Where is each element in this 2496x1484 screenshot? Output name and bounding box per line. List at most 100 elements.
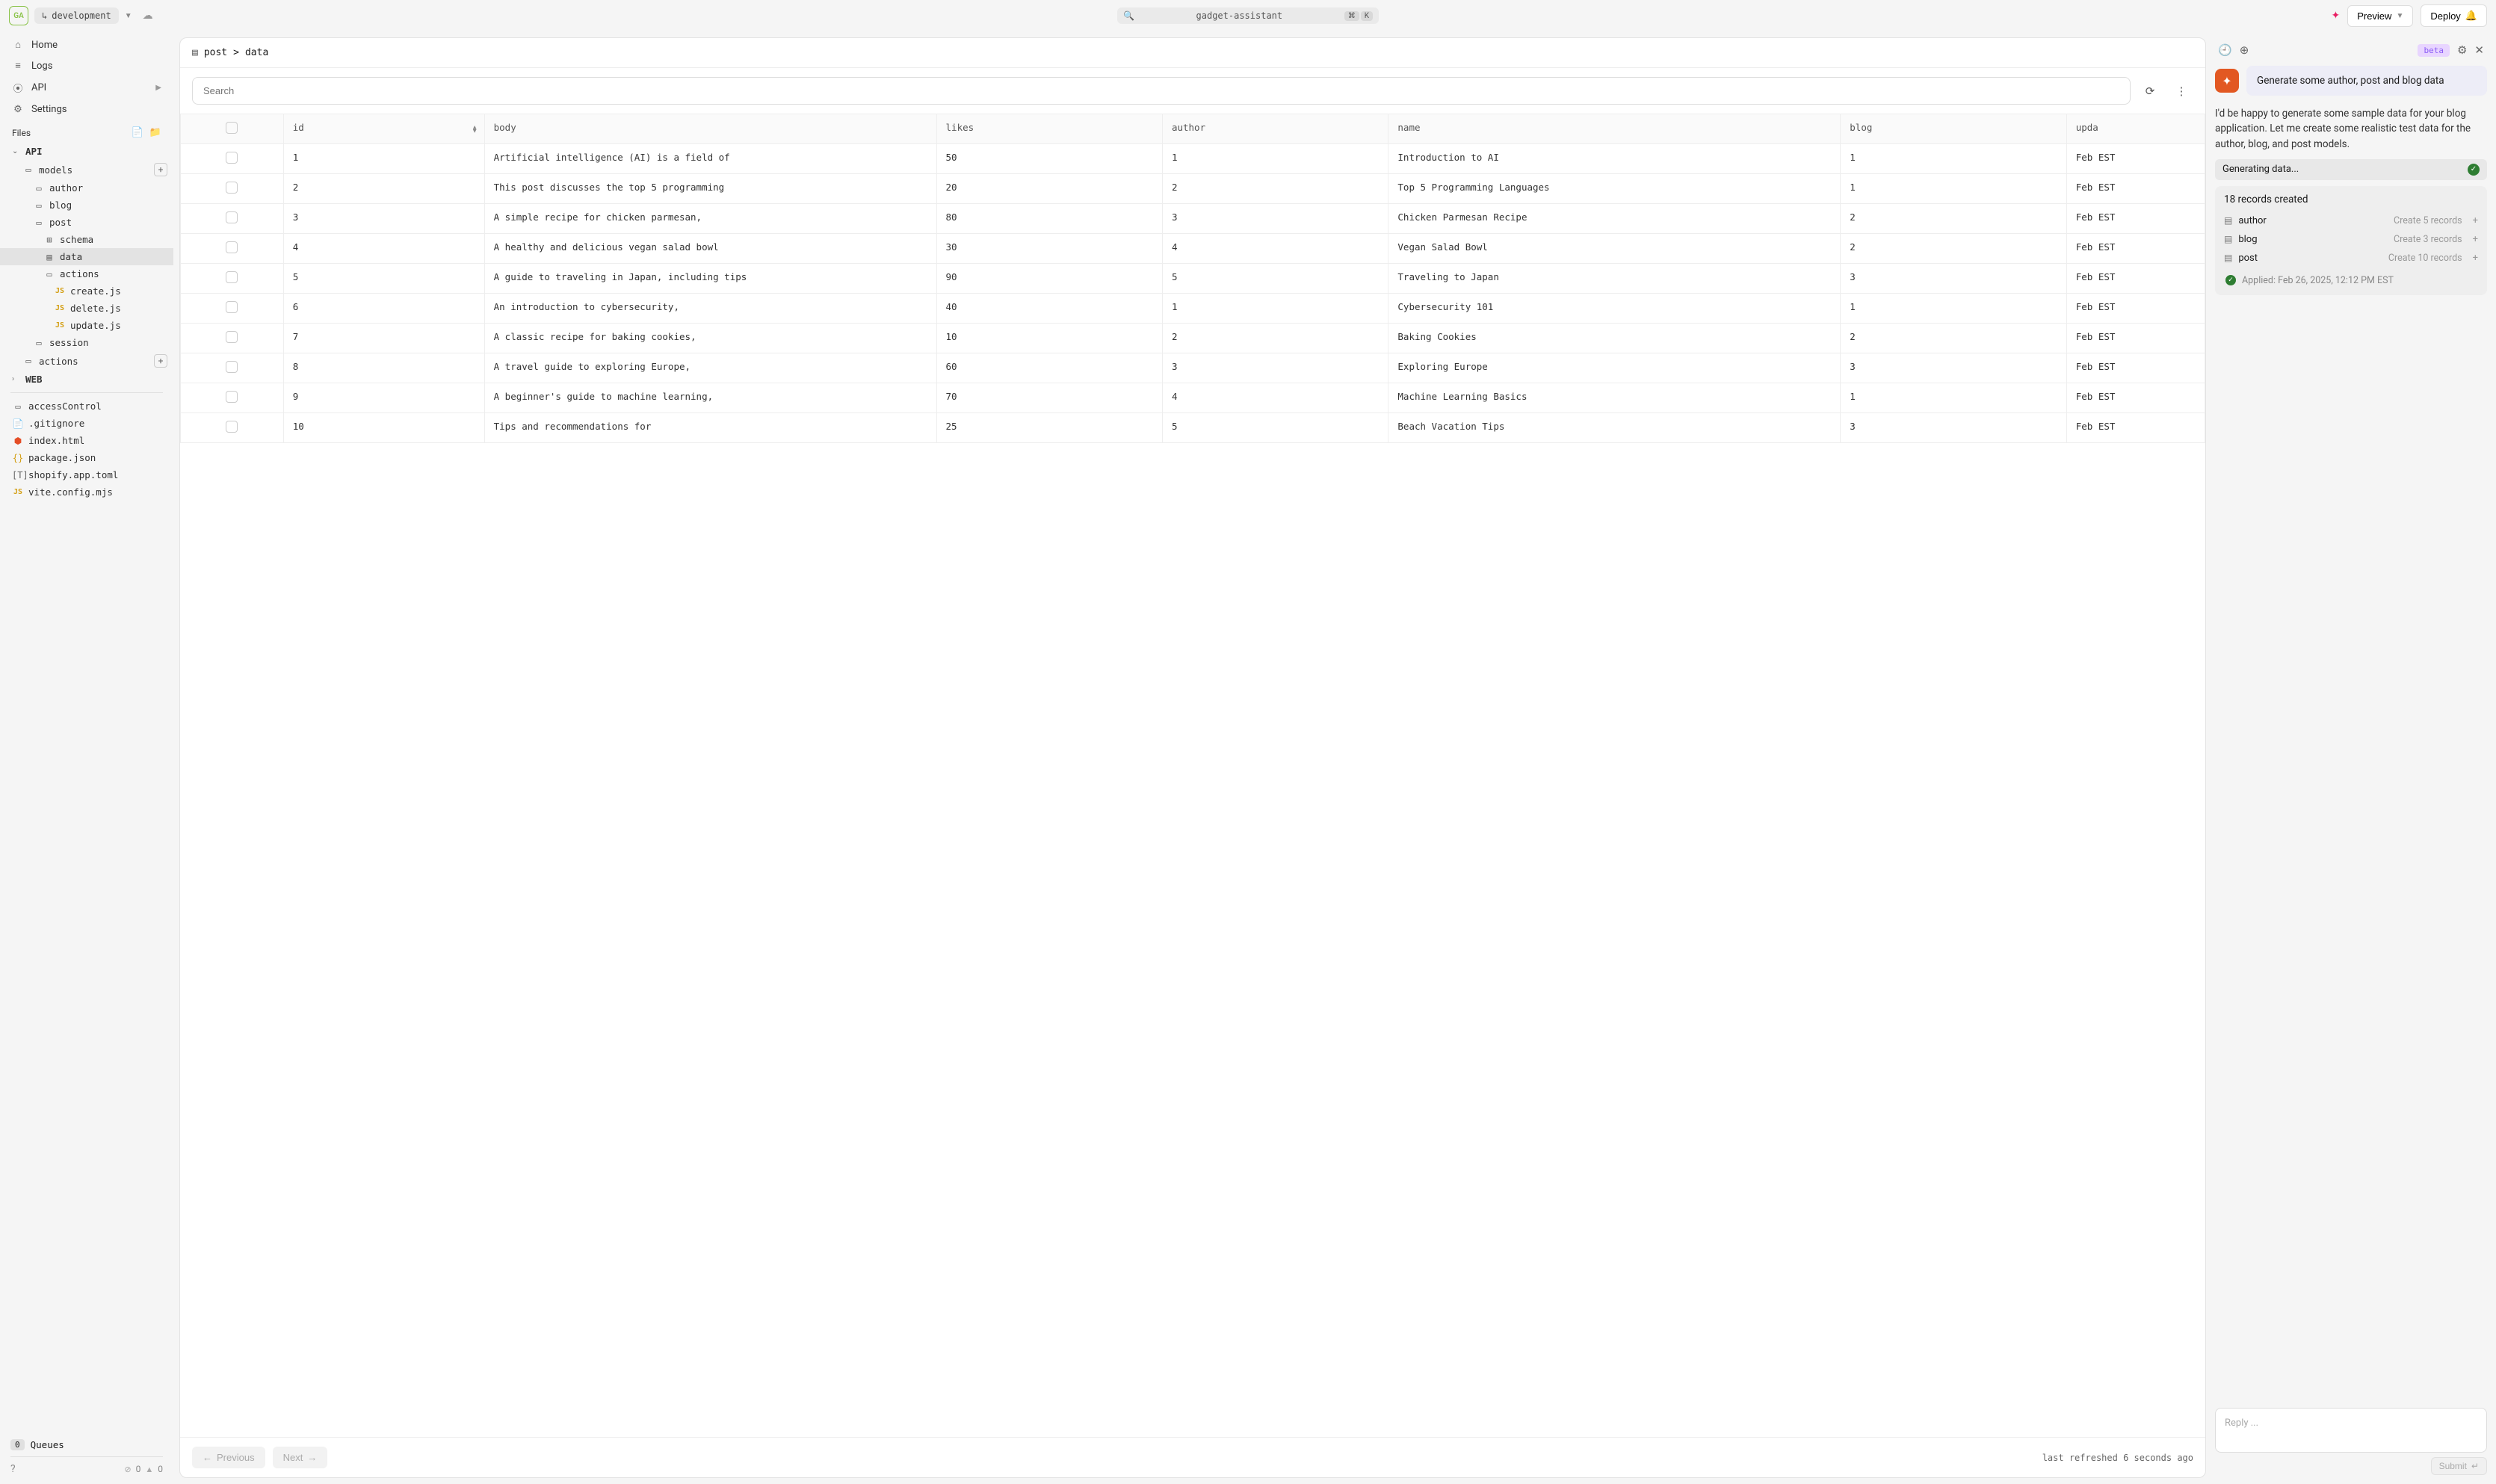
tree-update-js[interactable]: JS update.js xyxy=(0,317,173,334)
tree-gitignore[interactable]: 📄 .gitignore xyxy=(0,415,173,432)
folder-icon: ▭ xyxy=(33,200,45,211)
tree-access-control[interactable]: ▭ accessControl xyxy=(0,398,173,415)
tree-data[interactable]: ▤ data xyxy=(0,248,173,265)
plus-icon[interactable]: + xyxy=(2473,253,2478,264)
row-checkbox[interactable] xyxy=(181,413,284,443)
new-chat-icon[interactable]: ⊕ xyxy=(2240,43,2249,57)
sparkle-icon[interactable]: ✦ xyxy=(2331,10,2340,22)
column-updated[interactable]: upda xyxy=(2066,114,2205,144)
cell-id: 10 xyxy=(283,413,484,443)
next-button[interactable]: Next → xyxy=(273,1447,328,1468)
tree-post[interactable]: ▭ post xyxy=(0,214,173,231)
chevron-right-icon: ▶ xyxy=(155,84,161,92)
app-badge[interactable]: GA xyxy=(9,6,28,25)
column-likes[interactable]: likes xyxy=(936,114,1162,144)
topbar: GA ↳ development ▼ ☁ 🔍 gadget-assistant … xyxy=(0,0,2496,31)
record-row[interactable]: ▤blogCreate 3 records+ xyxy=(2224,230,2478,249)
record-row[interactable]: ▤authorCreate 5 records+ xyxy=(2224,211,2478,230)
help-icon[interactable]: ? xyxy=(10,1463,16,1475)
table-row[interactable]: 3A simple recipe for chicken parmesan,80… xyxy=(181,204,2205,234)
add-button[interactable]: + xyxy=(154,354,167,368)
cell-updated: Feb EST xyxy=(2066,264,2205,294)
search-input[interactable] xyxy=(192,77,2131,105)
column-blog[interactable]: blog xyxy=(1841,114,2066,144)
command-palette[interactable]: 🔍 gadget-assistant ⌘ K xyxy=(1117,7,1379,24)
deploy-button[interactable]: Deploy 🔔 xyxy=(2421,4,2487,27)
cloud-icon[interactable]: ☁ xyxy=(143,10,153,22)
tree-package-json[interactable]: {} package.json xyxy=(0,449,173,466)
tree-models[interactable]: ▭ models + xyxy=(0,160,173,179)
plus-icon[interactable]: + xyxy=(2473,215,2478,226)
reply-input[interactable]: Reply ... xyxy=(2215,1408,2487,1453)
table-row[interactable]: 7A classic recipe for baking cookies,102… xyxy=(181,324,2205,353)
cell-author: 3 xyxy=(1162,353,1388,383)
row-checkbox[interactable] xyxy=(181,353,284,383)
more-menu[interactable]: ⋮ xyxy=(2169,79,2193,103)
tree-blog[interactable]: ▭ blog xyxy=(0,197,173,214)
submit-button[interactable]: Submit ↵ xyxy=(2431,1457,2487,1475)
table-row[interactable]: 5A guide to traveling in Japan, includin… xyxy=(181,264,2205,294)
table-row[interactable]: 1Artificial intelligence (AI) is a field… xyxy=(181,144,2205,174)
cell-likes: 90 xyxy=(936,264,1162,294)
gear-icon[interactable]: ⚙ xyxy=(2457,43,2467,57)
add-button[interactable]: + xyxy=(154,163,167,176)
tree-web-section[interactable]: › WEB xyxy=(0,371,173,388)
environment-selector[interactable]: ↳ development xyxy=(34,7,119,24)
column-name[interactable]: name xyxy=(1388,114,1841,144)
plus-icon[interactable]: + xyxy=(2473,234,2478,245)
nav-settings[interactable]: ⚙ Settings xyxy=(0,99,173,120)
tree-session[interactable]: ▭ session xyxy=(0,334,173,351)
row-checkbox[interactable] xyxy=(181,234,284,264)
cell-updated: Feb EST xyxy=(2066,144,2205,174)
nav-api[interactable]: ⦿ API ▶ xyxy=(0,76,173,99)
row-checkbox[interactable] xyxy=(181,264,284,294)
table-row[interactable]: 8A travel guide to exploring Europe,603E… xyxy=(181,353,2205,383)
tree-delete-js[interactable]: JS delete.js xyxy=(0,300,173,317)
table-row[interactable]: 6An introduction to cybersecurity,401Cyb… xyxy=(181,294,2205,324)
row-checkbox[interactable] xyxy=(181,324,284,353)
record-row[interactable]: ▤postCreate 10 records+ xyxy=(2224,249,2478,268)
row-checkbox[interactable] xyxy=(181,294,284,324)
history-icon[interactable]: 🕘 xyxy=(2218,43,2232,57)
queues-row[interactable]: 0 Queues xyxy=(10,1439,163,1450)
data-icon: ▤ xyxy=(192,47,198,58)
tree-create-js[interactable]: JS create.js xyxy=(0,282,173,300)
chevron-down-icon[interactable]: ▼ xyxy=(125,12,132,20)
tree-api-section[interactable]: ⌄ API xyxy=(0,143,173,160)
arrow-right-icon: → xyxy=(307,1452,317,1463)
row-checkbox[interactable] xyxy=(181,174,284,204)
tree-schema[interactable]: ⊞ schema xyxy=(0,231,173,248)
cell-id: 5 xyxy=(283,264,484,294)
new-file-icon[interactable]: 📄 xyxy=(132,127,143,138)
table-row[interactable]: 2This post discusses the top 5 programmi… xyxy=(181,174,2205,204)
column-checkbox[interactable] xyxy=(181,114,284,144)
column-author[interactable]: author xyxy=(1162,114,1388,144)
nav-logs[interactable]: ≡ Logs xyxy=(0,55,173,76)
status-bar: ? ⊘ 0 ▲ 0 xyxy=(10,1456,163,1475)
refresh-button[interactable]: ⟳ xyxy=(2138,79,2162,103)
row-checkbox[interactable] xyxy=(181,383,284,413)
previous-button[interactable]: ← Previous xyxy=(192,1447,265,1468)
tree-vite-config[interactable]: JS vite.config.mjs xyxy=(0,483,173,501)
close-icon[interactable]: ✕ xyxy=(2474,43,2484,57)
new-folder-icon[interactable]: 📁 xyxy=(149,127,161,138)
tree-actions[interactable]: ▭ actions xyxy=(0,265,173,282)
column-body[interactable]: body xyxy=(484,114,936,144)
tree-index-html[interactable]: ⬢ index.html xyxy=(0,432,173,449)
preview-button[interactable]: Preview ▼ xyxy=(2347,5,2413,27)
cell-name: Top 5 Programming Languages xyxy=(1388,174,1841,204)
table-row[interactable]: 10Tips and recommendations for255Beach V… xyxy=(181,413,2205,443)
model-icon: ▤ xyxy=(2224,215,2232,226)
search-icon: 🔍 xyxy=(1123,10,1134,21)
tree-shopify-toml[interactable]: [T] shopify.app.toml xyxy=(0,466,173,483)
bell-icon: 🔔 xyxy=(2465,10,2477,22)
table-row[interactable]: 4A healthy and delicious vegan salad bow… xyxy=(181,234,2205,264)
folder-icon: ▭ xyxy=(22,164,34,175)
tree-author[interactable]: ▭ author xyxy=(0,179,173,197)
tree-root-actions[interactable]: ▭ actions + xyxy=(0,351,173,371)
row-checkbox[interactable] xyxy=(181,204,284,234)
row-checkbox[interactable] xyxy=(181,144,284,174)
column-id[interactable]: id ▲▼ xyxy=(283,114,484,144)
table-row[interactable]: 9A beginner's guide to machine learning,… xyxy=(181,383,2205,413)
nav-home[interactable]: ⌂ Home xyxy=(0,34,173,55)
